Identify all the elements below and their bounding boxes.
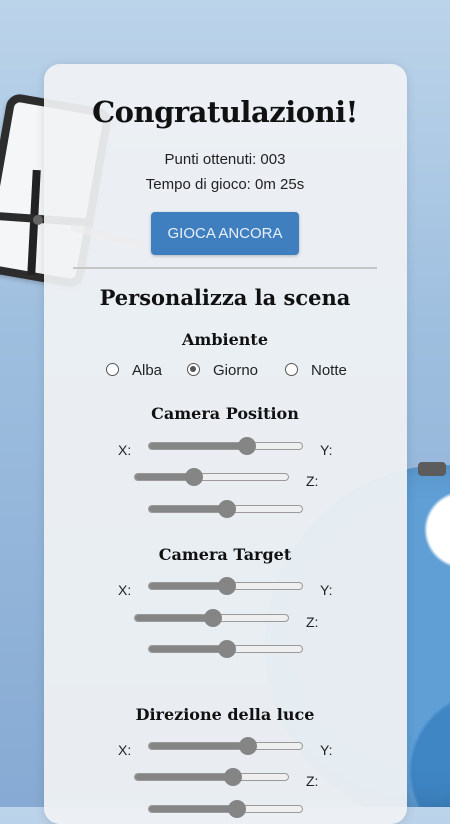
slider-thumb[interactable]: [239, 737, 257, 755]
congratulations-title: Congratulazioni!: [92, 95, 358, 129]
camera-target-y-label: Y:: [320, 582, 333, 598]
customize-heading: Personalizza la scena: [99, 285, 351, 310]
camera-target-z-slider[interactable]: [148, 640, 303, 658]
camera-position-heading: Camera Position: [151, 404, 299, 423]
ambient-heading: Ambiente: [182, 330, 268, 349]
light-direction-z-label: Z:: [306, 773, 319, 789]
ambient-label-notte: Notte: [311, 362, 347, 379]
light-direction-y-slider[interactable]: [134, 768, 289, 786]
slider-thumb[interactable]: [204, 609, 222, 627]
ambient-radio-group: Alba Giorno Notte: [0, 361, 450, 383]
light-direction-x-label: X:: [118, 742, 132, 758]
light-direction-heading: Direzione della luce: [135, 705, 315, 724]
ambient-radio-notte[interactable]: [285, 363, 298, 376]
ambient-label-giorno: Giorno: [213, 362, 259, 379]
light-direction-z-slider[interactable]: [148, 800, 303, 818]
camera-target-z-label: Z:: [306, 614, 319, 630]
camera-position-x-slider[interactable]: [148, 437, 303, 455]
camera-position-z-label: Z:: [306, 473, 319, 489]
rock-model: [418, 462, 446, 476]
score-text: Punti ottenuti: 003: [164, 151, 286, 168]
slider-thumb[interactable]: [218, 577, 236, 595]
camera-target-heading: Camera Target: [158, 545, 292, 564]
slider-thumb[interactable]: [218, 640, 236, 658]
ambient-label-alba: Alba: [132, 362, 163, 379]
section-divider: [73, 267, 377, 269]
light-direction-y-label: Y:: [320, 742, 333, 758]
camera-target-y-slider[interactable]: [134, 609, 289, 627]
camera-position-y-label: Y:: [320, 442, 333, 458]
slider-thumb[interactable]: [238, 437, 256, 455]
camera-position-x-label: X:: [118, 442, 132, 458]
slider-thumb[interactable]: [224, 768, 242, 786]
kite-knot: [33, 215, 43, 225]
play-time-text: Tempo di gioco: 0m 25s: [145, 176, 305, 193]
ambient-radio-alba[interactable]: [106, 363, 119, 376]
slider-thumb[interactable]: [218, 500, 236, 518]
camera-position-y-slider[interactable]: [134, 468, 289, 486]
camera-position-z-slider[interactable]: [148, 500, 303, 518]
slider-thumb[interactable]: [228, 800, 246, 818]
ambient-radio-giorno[interactable]: [187, 363, 200, 376]
camera-target-x-slider[interactable]: [148, 577, 303, 595]
camera-target-x-label: X:: [118, 582, 132, 598]
slider-thumb[interactable]: [185, 468, 203, 486]
play-again-button[interactable]: GIOCA ANCORA: [151, 212, 299, 255]
light-direction-x-slider[interactable]: [148, 737, 303, 755]
